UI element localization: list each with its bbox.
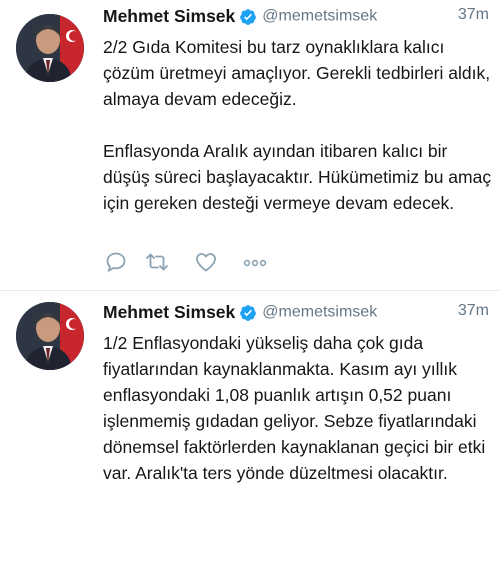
author-handle[interactable]: @memetsimsek (262, 304, 377, 321)
reply-icon[interactable] (104, 250, 128, 274)
tweet-timestamp[interactable]: 37m (458, 6, 489, 24)
author-handle[interactable]: @memetsimsek (262, 8, 377, 25)
tweet-timestamp[interactable]: 37m (458, 302, 489, 320)
avatar-photo (16, 14, 84, 82)
author-name[interactable]: Mehmet Simsek (103, 6, 235, 26)
like-icon[interactable] (194, 250, 218, 274)
tweet-paragraph: 1/2 Enflasyondaki yükseliş daha çok gıda… (103, 333, 486, 483)
tweet-header: Mehmet Simsek @memetsimsek 37m (103, 6, 489, 28)
tweet-text: 2/2 Gıda Komitesi bu tarz oynaklıklara k… (103, 34, 493, 216)
retweet-icon[interactable] (144, 250, 170, 274)
verified-badge-icon (239, 304, 257, 322)
verified-badge-icon (239, 8, 257, 26)
more-icon[interactable] (242, 250, 268, 274)
author-name[interactable]: Mehmet Simsek (103, 302, 235, 322)
tweet-actions (104, 250, 304, 276)
tweet-paragraph: 2/2 Gıda Komitesi bu tarz oynaklıklara k… (103, 37, 491, 109)
tweet-paragraph: Enflasyonda Aralık ayından itibaren kalı… (103, 141, 492, 213)
avatar-photo (16, 302, 84, 370)
tweet[interactable]: Mehmet Simsek @memetsimsek 37m 2/2 Gıda K… (0, 0, 501, 291)
avatar[interactable] (16, 14, 84, 82)
avatar[interactable] (16, 302, 84, 370)
tweet-text: 1/2 Enflasyondaki yükseliş daha çok gıda… (103, 330, 493, 486)
tweet[interactable]: Mehmet Simsek @memetsimsek 37m 1/2 Enflas… (0, 292, 501, 583)
tweet-header: Mehmet Simsek @memetsimsek 37m (103, 302, 489, 324)
